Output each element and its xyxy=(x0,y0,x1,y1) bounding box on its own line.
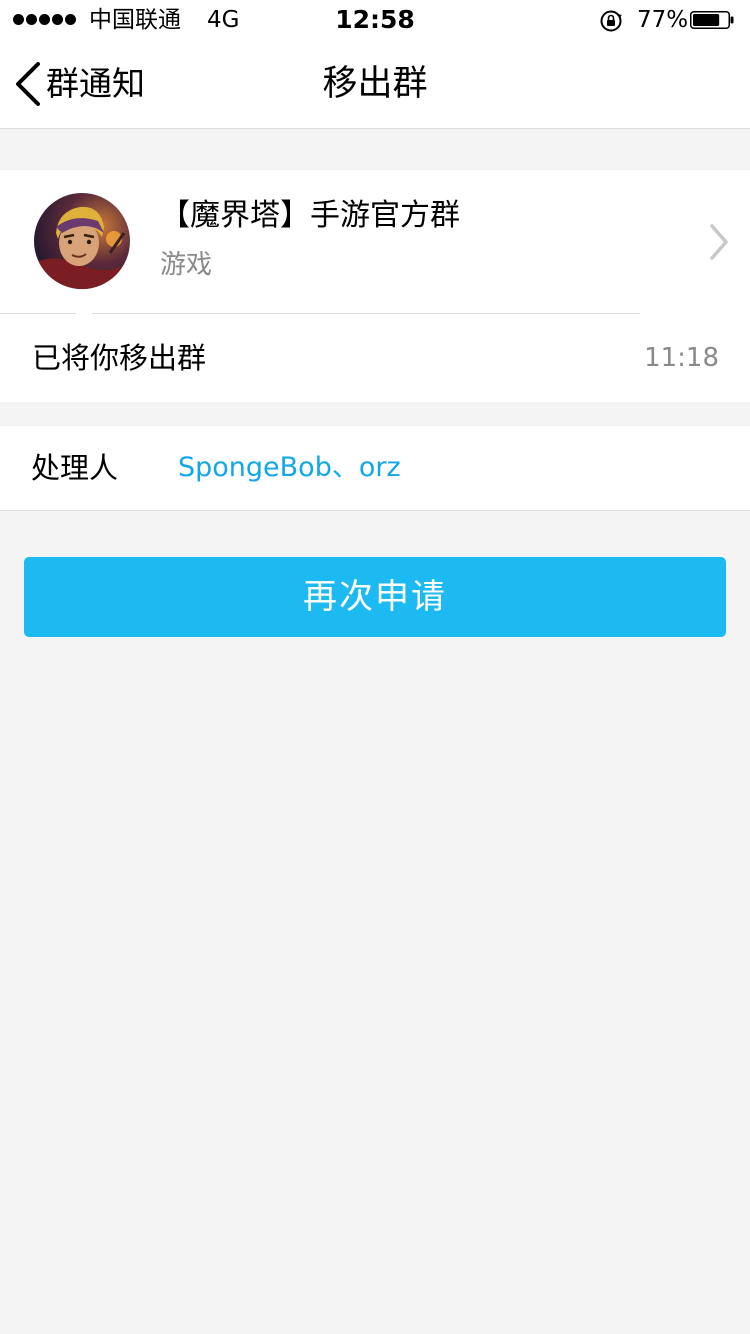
status-bar: 中国联通 4G 12:58 77% xyxy=(0,0,750,40)
battery-icon xyxy=(690,11,734,29)
group-name: 【魔界塔】手游官方群 xyxy=(160,198,460,233)
handler-label: 处理人 xyxy=(31,451,119,485)
message-text: 已将你移出群 xyxy=(32,341,207,375)
reapply-button[interactable]: 再次申请 xyxy=(24,557,726,637)
chevron-right-icon xyxy=(710,224,728,260)
handler-row: 处理人 SpongeBob、orz xyxy=(0,426,750,511)
group-avatar xyxy=(34,193,130,289)
notification-message: 已将你移出群 11:18 xyxy=(0,314,750,402)
group-card[interactable]: 【魔界塔】手游官方群 游戏 xyxy=(0,170,750,314)
group-category: 游戏 xyxy=(160,250,213,280)
rotation-lock-icon xyxy=(600,10,622,32)
page-title: 移出群 xyxy=(322,64,428,104)
message-time: 11:18 xyxy=(644,343,719,373)
battery-percentage: 77% xyxy=(637,7,689,33)
group-avatar-image xyxy=(34,193,130,289)
navigation-bar: 群通知 移出群 xyxy=(0,40,750,129)
handler-names-link[interactable]: SpongeBob、orz xyxy=(178,449,401,487)
